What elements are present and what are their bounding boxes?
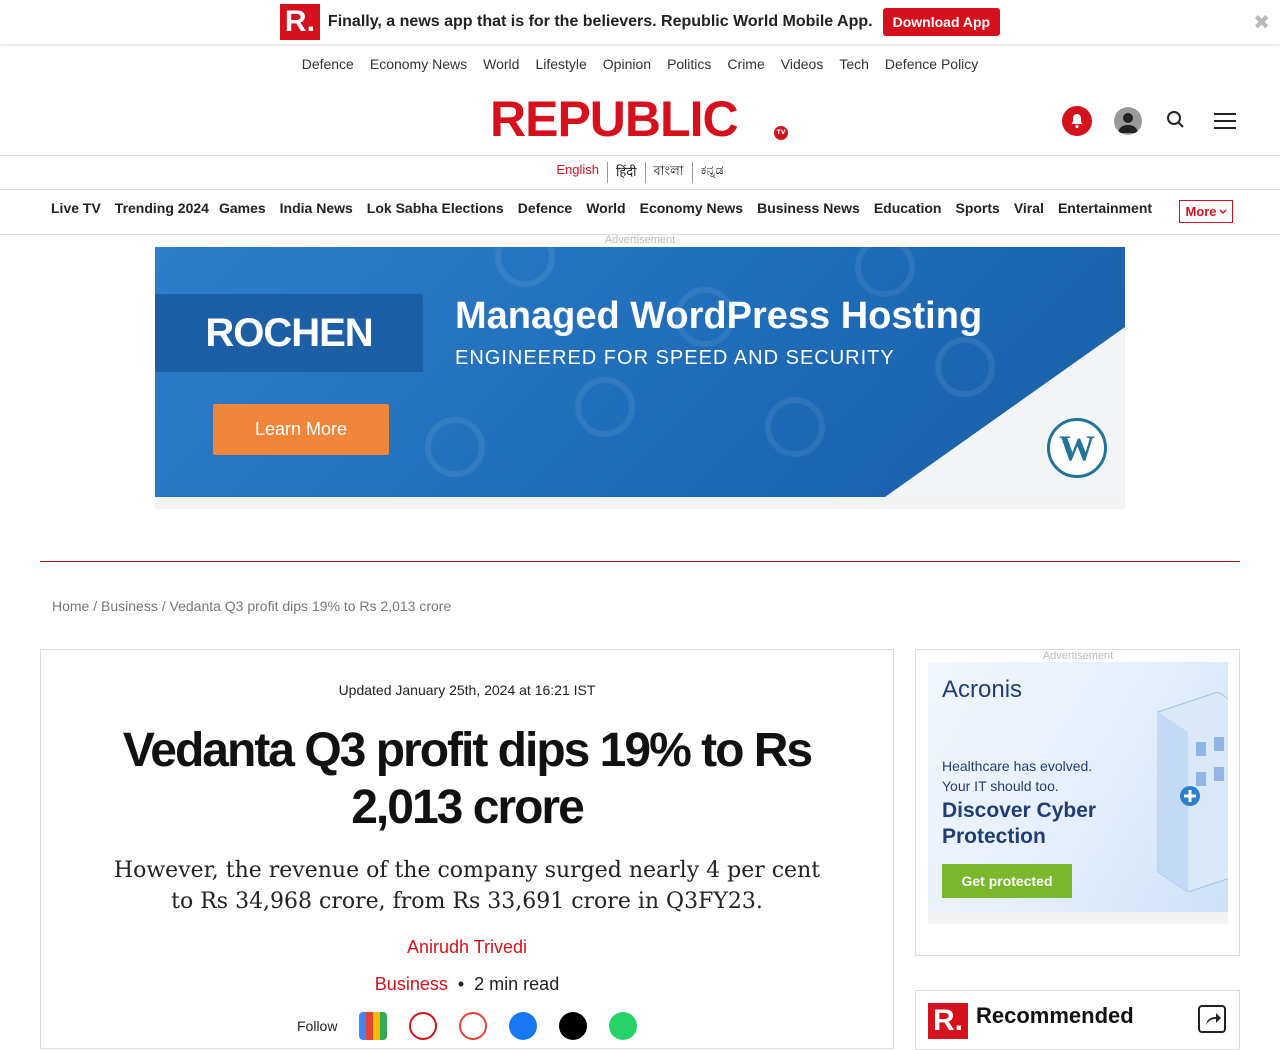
nav-india-news[interactable]: India News — [280, 200, 353, 216]
breadcrumb-home[interactable]: Home — [52, 598, 89, 614]
learn-more-button[interactable]: Learn More — [213, 404, 389, 455]
meta-bullet: • — [457, 974, 465, 994]
article-summary: However, the revenue of the company surg… — [113, 858, 821, 914]
acronis-headline: Discover Cyber Protection — [942, 798, 1096, 850]
nav-live-tv[interactable]: Live TV — [51, 200, 101, 216]
category-nav: Live TV Trending 2024 Games India News L… — [51, 200, 1152, 216]
top-link-world[interactable]: World — [483, 56, 519, 72]
tv-badge: TV — [774, 126, 788, 140]
top-link-economy-news[interactable]: Economy News — [370, 56, 467, 72]
site-logo[interactable]: REPUBLIC TV — [490, 94, 790, 144]
section-divider — [40, 561, 1240, 562]
share-bar: Follow — [297, 1012, 638, 1040]
nav-games[interactable]: Games — [219, 200, 266, 216]
breadcrumb-separator: / — [89, 598, 102, 614]
republic-logo-icon: R. — [279, 4, 320, 40]
author-link[interactable]: Anirudh Trivedi — [41, 937, 893, 958]
advertisement-label: Advertisement — [1042, 650, 1114, 662]
recommended-title: Recommended — [976, 1003, 1134, 1028]
breadcrumb-current: Vedanta Q3 profit dips 19% to Rs 2,013 c… — [169, 598, 452, 614]
breadcrumb-separator: / — [157, 598, 170, 614]
rochen-logo: ROCHEN — [155, 294, 423, 372]
user-icon[interactable] — [1114, 107, 1142, 135]
google-news-icon[interactable] — [359, 1012, 388, 1040]
acronis-headline-1: Discover Cyber — [942, 799, 1097, 822]
promo-text: Finally, a news app that is for the beli… — [327, 13, 873, 30]
follow-label: Follow — [297, 1018, 338, 1034]
acronis-line-2: Your IT should too. — [942, 778, 1059, 794]
menu-icon[interactable] — [1214, 113, 1236, 129]
acronis-line-1: Healthcare has evolved. — [942, 758, 1093, 774]
nav-sports[interactable]: Sports — [955, 200, 999, 216]
breadcrumb: Home / Business / Vedanta Q3 profit dips… — [52, 598, 451, 614]
sidebar-ad: Advertisement Acronis Healthcare has evo… — [915, 649, 1240, 956]
acronis-tagline: Healthcare has evolved. Your IT should t… — [942, 756, 1092, 796]
lang-hindi[interactable]: हिंदी — [608, 162, 646, 183]
whatsapp-icon[interactable] — [609, 1012, 638, 1040]
read-time: 2 min read — [474, 974, 560, 994]
top-link-politics[interactable]: Politics — [667, 56, 711, 72]
breadcrumb-business[interactable]: Business — [101, 598, 158, 614]
close-icon[interactable]: ✖ — [1253, 10, 1270, 34]
ad-subhead: ENGINEERED FOR SPEED AND SECURITY — [455, 347, 895, 369]
more-label: More — [1185, 204, 1217, 219]
nav-entertainment[interactable]: Entertainment — [1058, 200, 1152, 216]
bell-icon[interactable] — [1062, 106, 1092, 136]
google-icon[interactable] — [459, 1012, 488, 1040]
republic-logo-icon: R. — [928, 1003, 968, 1039]
share-icon[interactable] — [1198, 1005, 1226, 1033]
top-link-defence[interactable]: Defence — [302, 56, 354, 72]
more-dropdown-button[interactable]: More — [1179, 200, 1233, 223]
nav-lok-sabha-elections[interactable]: Lok Sabha Elections — [367, 200, 504, 216]
acronis-ad[interactable]: Acronis Healthcare has evolved. Your IT … — [928, 662, 1228, 912]
nav-business-news[interactable]: Business News — [757, 200, 860, 216]
rochen-brand: ROCHEN — [205, 310, 373, 355]
top-links-nav: Defence Economy News World Lifestyle Opi… — [0, 56, 1280, 72]
facebook-icon[interactable] — [509, 1012, 538, 1040]
category-link[interactable]: Business — [375, 974, 448, 994]
top-link-defence-policy[interactable]: Defence Policy — [885, 56, 978, 72]
article-card: Updated January 25th, 2024 at 16:21 IST … — [40, 649, 894, 1049]
language-switcher: English हिंदी বাংলা ಕನ್ನಡ — [0, 162, 1280, 183]
chevron-down-icon — [1219, 208, 1227, 214]
top-link-lifestyle[interactable]: Lifestyle — [535, 56, 586, 72]
lang-divider — [0, 189, 1280, 190]
top-link-crime[interactable]: Crime — [727, 56, 764, 72]
x-icon[interactable] — [559, 1012, 588, 1040]
top-link-videos[interactable]: Videos — [781, 56, 824, 72]
recommended-widget: R. Recommended — [915, 990, 1240, 1050]
lang-english[interactable]: English — [548, 162, 608, 183]
search-icon[interactable] — [1166, 110, 1186, 130]
advertisement-label: Advertisement — [604, 234, 676, 246]
download-app-button[interactable]: Download App — [882, 8, 1001, 36]
top-link-opinion[interactable]: Opinion — [603, 56, 651, 72]
hospital-building-icon — [1157, 692, 1228, 892]
republic-icon[interactable] — [409, 1012, 438, 1040]
lang-kannada[interactable]: ಕನ್ನಡ — [693, 162, 732, 183]
article-meta: Business • 2 min read — [41, 974, 893, 995]
lang-bangla[interactable]: বাংলা — [646, 162, 693, 183]
nav-education[interactable]: Education — [874, 200, 942, 216]
nav-economy-news[interactable]: Economy News — [640, 200, 743, 216]
top-ad-banner[interactable]: ROCHEN Managed WordPress Hosting ENGINEE… — [155, 247, 1125, 497]
nav-defence[interactable]: Defence — [518, 200, 572, 216]
nav-viral[interactable]: Viral — [1014, 200, 1044, 216]
article-headline: Vedanta Q3 profit dips 19% to Rs 2,013 c… — [122, 724, 813, 834]
acronis-logo: Acronis — [942, 676, 1023, 703]
ad-headline: Managed WordPress Hosting — [455, 295, 983, 337]
ad-bottom-strip — [155, 497, 1125, 509]
top-link-tech[interactable]: Tech — [839, 56, 869, 72]
get-protected-button[interactable]: Get protected — [942, 864, 1072, 898]
acronis-headline-2: Protection — [942, 825, 1046, 848]
nav-trending-2024[interactable]: Trending 2024 — [115, 200, 209, 216]
app-promo-bar: R. Finally, a news app that is for the b… — [0, 0, 1280, 44]
site-logo-text: REPUBLIC — [490, 91, 739, 147]
ad-bottom-strip — [928, 912, 1228, 924]
wordpress-logo-icon: W — [1047, 418, 1107, 478]
nav-world[interactable]: World — [586, 200, 625, 216]
header-divider — [0, 155, 1280, 156]
updated-timestamp: Updated January 25th, 2024 at 16:21 IST — [338, 682, 596, 698]
